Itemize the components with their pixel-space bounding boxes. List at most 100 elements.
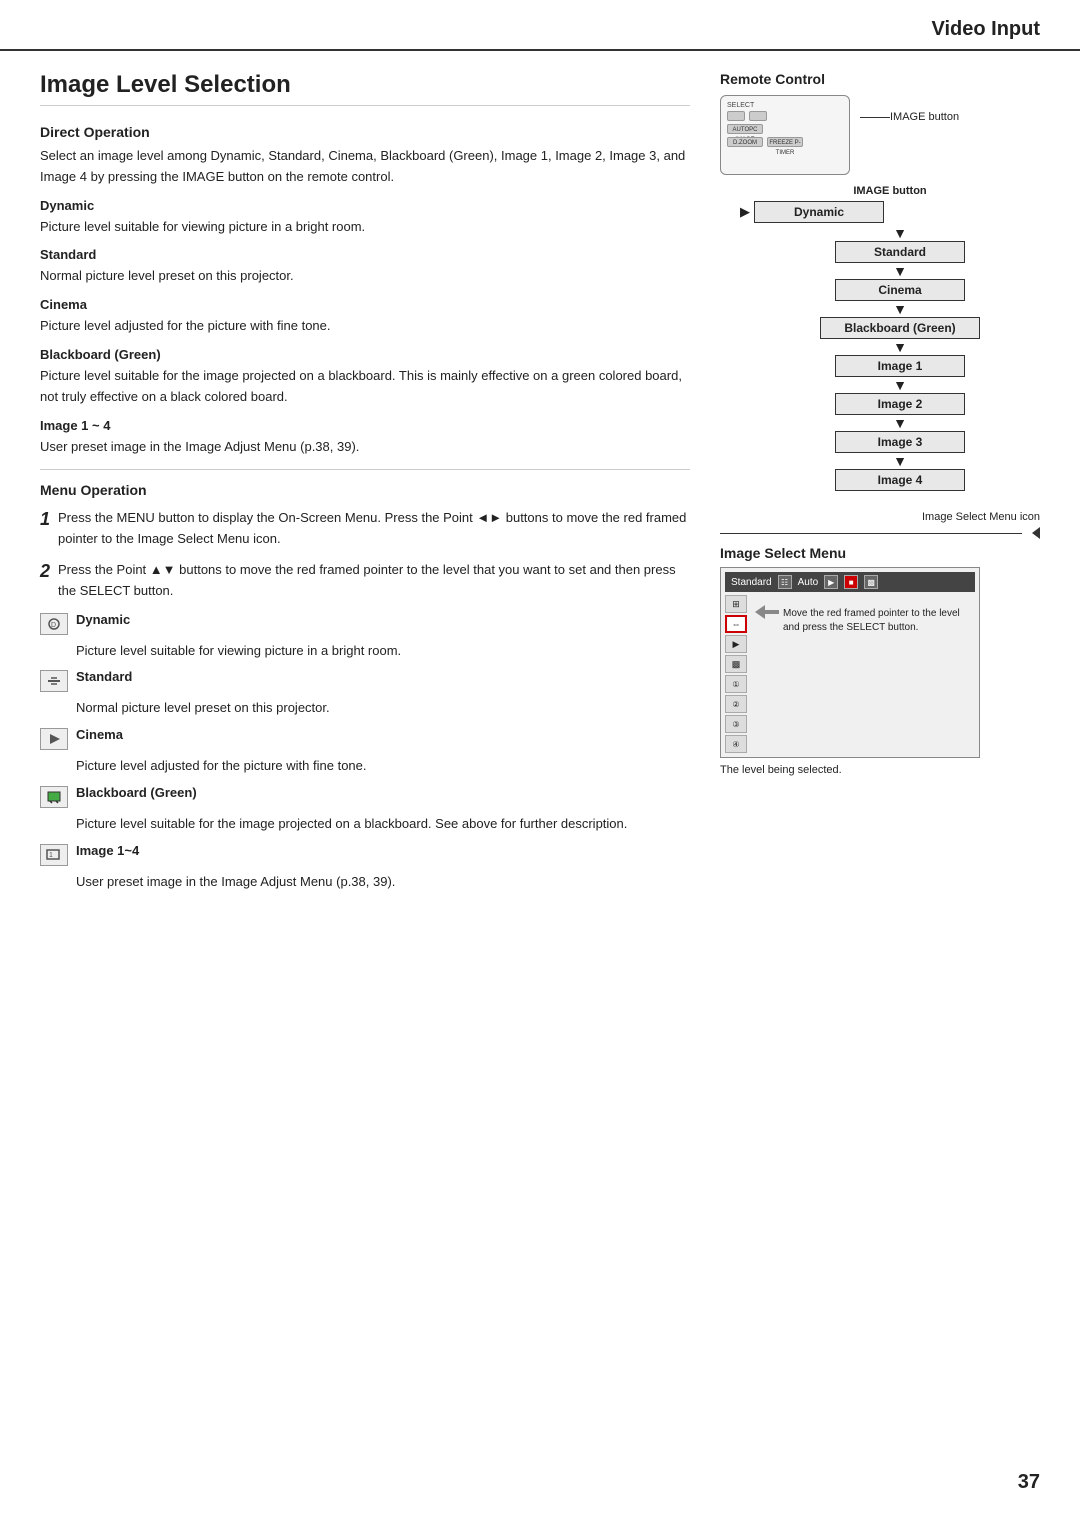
flow-box-image4: Image 4	[835, 469, 965, 491]
page-number: 37	[1018, 1471, 1040, 1494]
flow-box-image2: Image 2	[835, 393, 965, 415]
flow-arrow-7: ▼	[893, 454, 907, 468]
header: Video Input	[0, 0, 1080, 51]
dynamic-text: Picture level suitable for viewing pictu…	[40, 217, 690, 238]
icon-cinema-text: Picture level adjusted for the picture w…	[76, 756, 690, 777]
remote-btn-1	[727, 111, 745, 121]
icon-standard-text: Normal picture level preset on this proj…	[76, 698, 690, 719]
blackboard-heading: Blackboard (Green)	[40, 347, 690, 362]
flow-arrow-6: ▼	[893, 416, 907, 430]
dynamic-icon: D	[40, 613, 68, 635]
topbar-label: Standard	[731, 577, 772, 588]
menu-icon-note-text: Image Select Menu icon	[922, 511, 1040, 523]
page-title: Image Level Selection	[40, 71, 690, 106]
callout-line	[860, 117, 890, 118]
flow-start-arrow: ▶	[740, 204, 750, 220]
svg-text:D: D	[51, 622, 56, 629]
icon-item-standard: Standard	[40, 669, 690, 692]
flow-items: ▼ Standard ▼ Cinema ▼ Blackboard (Green)…	[760, 225, 1040, 491]
svg-text:1: 1	[49, 852, 53, 859]
remote-box: SELECT AUTOPC IMAGE D.ZOOM FREEZE P-TIME…	[720, 95, 850, 175]
flow-box-blackboard: Blackboard (Green)	[820, 317, 980, 339]
flow-arrow-start: ▶ Dynamic	[740, 201, 1040, 223]
menu-side-icon-8: ④	[725, 735, 747, 753]
icon-image14-text: User preset image in the Image Adjust Me…	[76, 872, 690, 893]
image-btn-label: IMAGE button	[890, 111, 959, 123]
icon-item-image14: 1 Image 1~4	[40, 843, 690, 866]
remote-row-2: AUTOPC IMAGE	[727, 124, 843, 134]
standard-text: Normal picture level preset on this proj…	[40, 266, 690, 287]
flow-box-standard: Standard	[835, 241, 965, 263]
menu-side-icon-1: ⊞	[725, 595, 747, 613]
image14-icon: 1	[40, 844, 68, 866]
flow-box-image1: Image 1	[835, 355, 965, 377]
step-1-number: 1	[40, 508, 50, 531]
cinema-text: Picture level adjusted for the picture w…	[40, 316, 690, 337]
menu-heading: Image Select Menu	[720, 545, 1040, 561]
image-btn-callout: IMAGE button	[860, 111, 959, 123]
bottom-note: The level being selected.	[720, 764, 1040, 776]
menu-topbar: Standard ☷ Auto ▶ ■ ▩	[725, 572, 975, 592]
icon-dynamic-label: Dynamic	[76, 612, 130, 627]
icon-item-blackboard: Blackboard (Green)	[40, 785, 690, 808]
menu-icon-1: ☷	[778, 575, 792, 589]
direct-operation-text: Select an image level among Dynamic, Sta…	[40, 146, 690, 188]
menu-section: Image Select Menu icon Image Select Menu…	[720, 511, 1040, 776]
blackboard-text: Picture level suitable for the image pro…	[40, 366, 690, 408]
menu-side-icon-2: ⇔	[725, 615, 747, 633]
icon-blackboard-text: Picture level suitable for the image pro…	[76, 814, 690, 835]
remote-row-1	[727, 111, 843, 121]
flow-diagram: IMAGE button ▶ Dynamic ▼ Standard ▼ Cine…	[740, 185, 1040, 491]
remote-btn-2	[749, 111, 767, 121]
header-title: Video Input	[931, 18, 1040, 40]
flow-box-image3: Image 3	[835, 431, 965, 453]
main-content: Image Level Selection Direct Operation S…	[0, 61, 1080, 921]
menu-operation-heading: Menu Operation	[40, 482, 690, 498]
menu-icon-arrow-row	[720, 525, 1040, 539]
menu-icon-arrowhead	[1032, 527, 1040, 539]
flow-arrow-4: ▼	[893, 340, 907, 354]
menu-icon-line	[720, 533, 1022, 534]
menu-icon-3: ■	[844, 575, 858, 589]
menu-side-icon-7: ③	[725, 715, 747, 733]
remote-control-section: Remote Control SELECT AUTOPC IMAGE D.ZOO…	[720, 71, 1040, 491]
flow-arrow-5: ▼	[893, 378, 907, 392]
icon-item-dynamic: D Dynamic	[40, 612, 690, 635]
flow-box-dynamic: Dynamic	[754, 201, 884, 223]
menu-body: ⊞ ⇔ ▶ ▩ ① ② ③ ④	[725, 595, 975, 753]
icon-dynamic-text: Picture level suitable for viewing pictu…	[76, 641, 690, 662]
topbar-btn: Auto	[798, 577, 819, 588]
remote-diagram: SELECT AUTOPC IMAGE D.ZOOM FREEZE P-TIME…	[720, 95, 1040, 175]
menu-side-icon-5: ①	[725, 675, 747, 693]
icon-cinema-label: Cinema	[76, 727, 123, 742]
flow-arrow-2: ▼	[893, 264, 907, 278]
flow-title: IMAGE button	[740, 185, 1040, 197]
flow-arrow-3: ▼	[893, 302, 907, 316]
image14-heading: Image 1 ~ 4	[40, 418, 690, 433]
left-column: Image Level Selection Direct Operation S…	[40, 71, 690, 901]
step-2-number: 2	[40, 560, 50, 583]
menu-ui: Standard ☷ Auto ▶ ■ ▩ ⊞ ⇔ ▶ ▩ ①	[720, 567, 980, 758]
callout-arrow	[755, 605, 779, 622]
blackboard-icon	[40, 786, 68, 808]
remote-row-3: D.ZOOM FREEZE P-TIMER	[727, 137, 843, 147]
dynamic-heading: Dynamic	[40, 198, 690, 213]
icon-blackboard-label: Blackboard (Green)	[76, 785, 197, 800]
image14-text: User preset image in the Image Adjust Me…	[40, 437, 690, 458]
step-2: 2 Press the Point ▲▼ buttons to move the…	[40, 560, 690, 602]
right-column: Remote Control SELECT AUTOPC IMAGE D.ZOO…	[720, 71, 1040, 901]
icon-standard-label: Standard	[76, 669, 132, 684]
menu-side-icon-3: ▶	[725, 635, 747, 653]
flow-arrow-1: ▼	[893, 226, 907, 240]
step-1: 1 Press the MENU button to display the O…	[40, 508, 690, 550]
step-1-text: Press the MENU button to display the On-…	[58, 508, 690, 550]
menu-side-icon-6: ②	[725, 695, 747, 713]
numbered-list: 1 Press the MENU button to display the O…	[40, 508, 690, 601]
icon-image14-label: Image 1~4	[76, 843, 139, 858]
cinema-heading: Cinema	[40, 297, 690, 312]
direct-operation-heading: Direct Operation	[40, 124, 690, 140]
step-2-text: Press the Point ▲▼ buttons to move the r…	[58, 560, 690, 602]
menu-icon-4: ▩	[864, 575, 878, 589]
zoom-btn: D.ZOOM	[727, 137, 763, 147]
callout-row: Move the red framed pointer to the level…	[755, 603, 971, 635]
